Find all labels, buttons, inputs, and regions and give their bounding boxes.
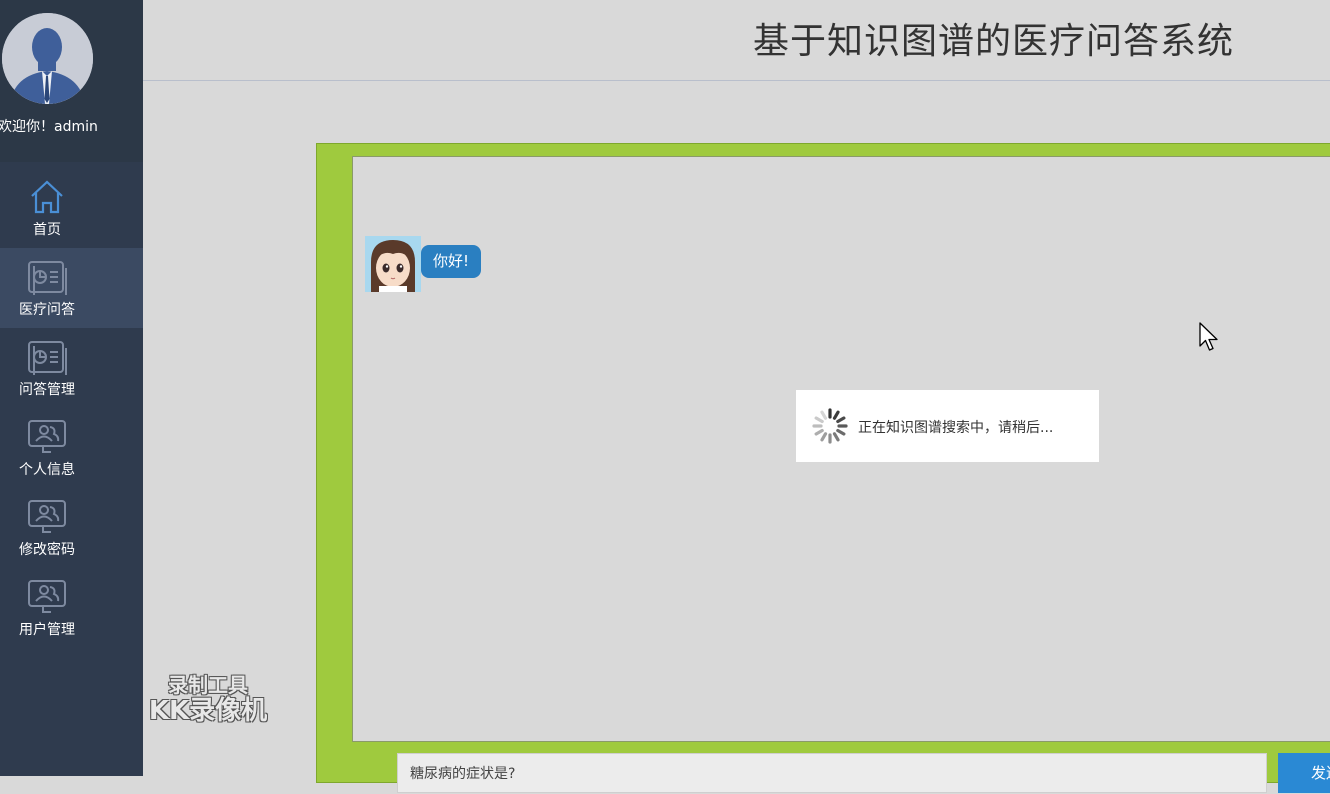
question-input[interactable] (397, 753, 1267, 793)
loading-dialog: 正在知识图谱搜索中，请稍后... (796, 390, 1099, 462)
welcome-text: 欢迎你！admin (0, 119, 98, 135)
profile-panel: 欢迎你！admin (0, 0, 143, 162)
send-button[interactable]: 发送 (1278, 753, 1330, 793)
sidebar-item-label: 医疗问答 (19, 302, 75, 318)
watermark-line-1: 录制工具 (168, 673, 248, 697)
user-avatar (2, 13, 93, 104)
mouse-cursor-icon (1199, 322, 1218, 351)
sidebar-item-label: 修改密码 (19, 542, 75, 558)
page-title: 基于知识图谱的医疗问答系统 (753, 21, 1235, 62)
monitor-user-icon (28, 420, 66, 453)
monitor-user-icon (28, 500, 66, 533)
watermark-line-2: KK录像机 (148, 696, 268, 726)
sidebar-item-qa-management[interactable]: 问答管理 (0, 328, 143, 408)
bot-message-bubble: 你好! (421, 245, 482, 278)
user-silhouette-icon (2, 13, 93, 104)
sidebar-item-label: 问答管理 (19, 382, 75, 398)
chat-frame: 你好! 正在知识图谱搜索中，请稍后... 糖尿病的症状是? 发 (316, 143, 1330, 793)
chat-message-area[interactable]: 你好! 正在知识图谱搜索中，请稍后... (352, 156, 1330, 742)
loading-text: 正在知识图谱搜索中，请稍后... (858, 420, 1054, 436)
home-icon (31, 180, 63, 214)
sidebar-item-label: 用户管理 (19, 622, 75, 638)
sidebar-item-label: 个人信息 (19, 462, 75, 478)
monitor-user-icon (28, 580, 66, 613)
page-header: 基于知识图谱的医疗问答系统 (143, 0, 1330, 81)
report-icon (28, 341, 67, 375)
bot-avatar (365, 236, 421, 292)
sidebar-item-user-management[interactable]: 用户管理 (0, 568, 143, 648)
sidebar-item-home[interactable]: 首页 (0, 168, 143, 248)
bot-avatar-icon (365, 236, 421, 292)
recorder-watermark: 录制工具 KK录像机 (137, 674, 279, 727)
sidebar: 欢迎你！admin 首页 医疗问答 问答管理 个人信息 修改密码 用户管理 (0, 0, 143, 776)
loading-spinner-icon (812, 408, 848, 444)
sidebar-item-change-password[interactable]: 修改密码 (0, 488, 143, 568)
report-icon (28, 261, 67, 295)
sidebar-item-medical-qa[interactable]: 医疗问答 (0, 248, 143, 328)
sidebar-item-personal-info[interactable]: 个人信息 (0, 408, 143, 488)
sidebar-item-label: 首页 (33, 222, 61, 238)
